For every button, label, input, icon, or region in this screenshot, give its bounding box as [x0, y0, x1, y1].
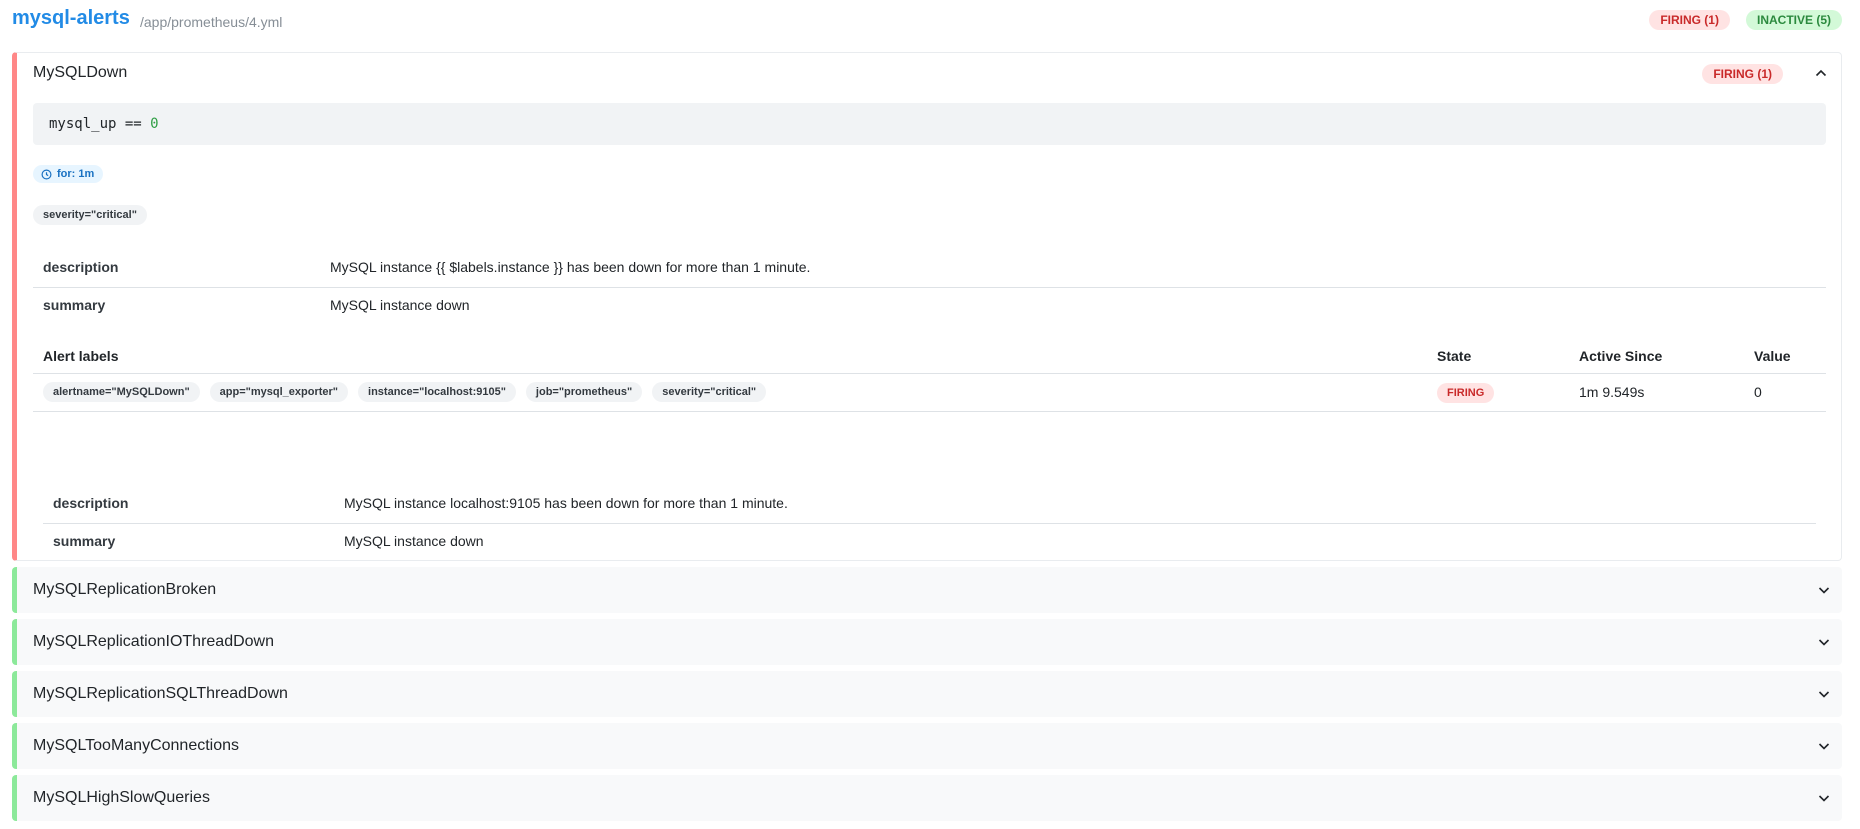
rule-title: MySQLTooManyConnections	[33, 737, 240, 754]
rule-panel-collapsed[interactable]: MySQLReplicationIOThreadDown	[12, 619, 1842, 665]
chevron-down-icon[interactable]	[1816, 738, 1832, 754]
alert-annotations: description MySQL instance localhost:910…	[43, 486, 1816, 561]
alert-labels: alertname="MySQLDown" app="mysql_exporte…	[43, 382, 767, 402]
chevron-down-icon[interactable]	[1816, 686, 1832, 702]
rule-panel-collapsed[interactable]: MySQLTooManyConnections	[12, 723, 1842, 769]
alert-active-since: 1m 9.549s	[1579, 384, 1645, 400]
annotation-key: summary	[53, 533, 116, 549]
rule-title: MySQLHighSlowQueries	[33, 789, 210, 806]
chevron-up-icon[interactable]	[1813, 65, 1829, 81]
group-firing-badge: FIRING (1)	[1649, 10, 1730, 30]
alert-label-pill: app="mysql_exporter"	[209, 382, 349, 402]
alert-label-pill: alertname="MySQLDown"	[43, 382, 200, 402]
annotation-row: description MySQL instance {{ $labels.in…	[33, 250, 1826, 288]
group-name-link[interactable]: mysql-alerts	[12, 7, 130, 30]
rule-firing-badge: FIRING (1)	[1702, 64, 1783, 84]
rule-expression: mysql_up == 0	[33, 103, 1826, 145]
header-alert-labels: Alert labels	[43, 348, 119, 364]
annotation-row: summary MySQL instance down	[43, 524, 1816, 561]
group-status-badges: FIRING (1) INACTIVE (5)	[1649, 10, 1842, 30]
rule-panel-expanded: MySQLDown FIRING (1) mysql_up == 0 for: …	[12, 52, 1842, 561]
annotation-value: MySQL instance localhost:9105 has been d…	[344, 495, 788, 511]
chevron-down-icon[interactable]	[1816, 634, 1832, 650]
chevron-down-icon[interactable]	[1816, 582, 1832, 598]
annotation-value: MySQL instance down	[344, 533, 484, 549]
header-state: State	[1437, 348, 1472, 364]
rule-panel-collapsed[interactable]: MySQLReplicationSQLThreadDown	[12, 671, 1842, 717]
annotation-row: summary MySQL instance down	[33, 288, 1826, 325]
annotation-value: MySQL instance down	[330, 297, 470, 313]
annotation-row: description MySQL instance localhost:910…	[43, 486, 1816, 524]
for-duration-pill: for: 1m	[33, 165, 104, 183]
rule-title: MySQLReplicationSQLThreadDown	[33, 685, 288, 702]
alert-state-badge: FIRING	[1437, 383, 1495, 403]
rule-panel-collapsed[interactable]: MySQLHighSlowQueries	[12, 775, 1842, 821]
group-inactive-badge: INACTIVE (5)	[1745, 10, 1842, 30]
group-header: mysql-alerts /app/prometheus/4.yml FIRIN…	[0, 0, 1860, 44]
table-row[interactable]: alertname="MySQLDown" app="mysql_exporte…	[33, 374, 1826, 412]
rule-title[interactable]: MySQLDown	[33, 64, 127, 82]
header-active-since: Active Since	[1579, 348, 1663, 364]
rule-title: MySQLReplicationBroken	[33, 581, 217, 598]
alerts-table-header: Alert labels State Active Since Value	[33, 343, 1826, 374]
annotation-value: MySQL instance {{ $labels.instance }} ha…	[330, 259, 811, 275]
rule-annotations: description MySQL instance {{ $labels.in…	[33, 250, 1826, 325]
clock-icon	[41, 169, 52, 179]
rule-panel-collapsed[interactable]: MySQLReplicationBroken	[12, 567, 1842, 613]
annotation-key: description	[53, 495, 129, 511]
annotation-key: description	[43, 259, 119, 275]
alert-label-pill: instance="localhost:9105"	[358, 382, 516, 402]
header-value: Value	[1754, 348, 1791, 364]
alert-label-pill: job="prometheus"	[525, 382, 643, 402]
alert-label-pill: severity="critical"	[652, 382, 767, 402]
chevron-down-icon[interactable]	[1816, 790, 1832, 806]
alerts-table: Alert labels State Active Since Value al…	[33, 343, 1826, 412]
rule-label-pill: severity="critical"	[33, 205, 147, 225]
group-file-path: /app/prometheus/4.yml	[140, 14, 283, 30]
annotation-key: summary	[43, 297, 106, 313]
rule-title: MySQLReplicationIOThreadDown	[33, 633, 274, 650]
alert-value: 0	[1754, 384, 1762, 400]
